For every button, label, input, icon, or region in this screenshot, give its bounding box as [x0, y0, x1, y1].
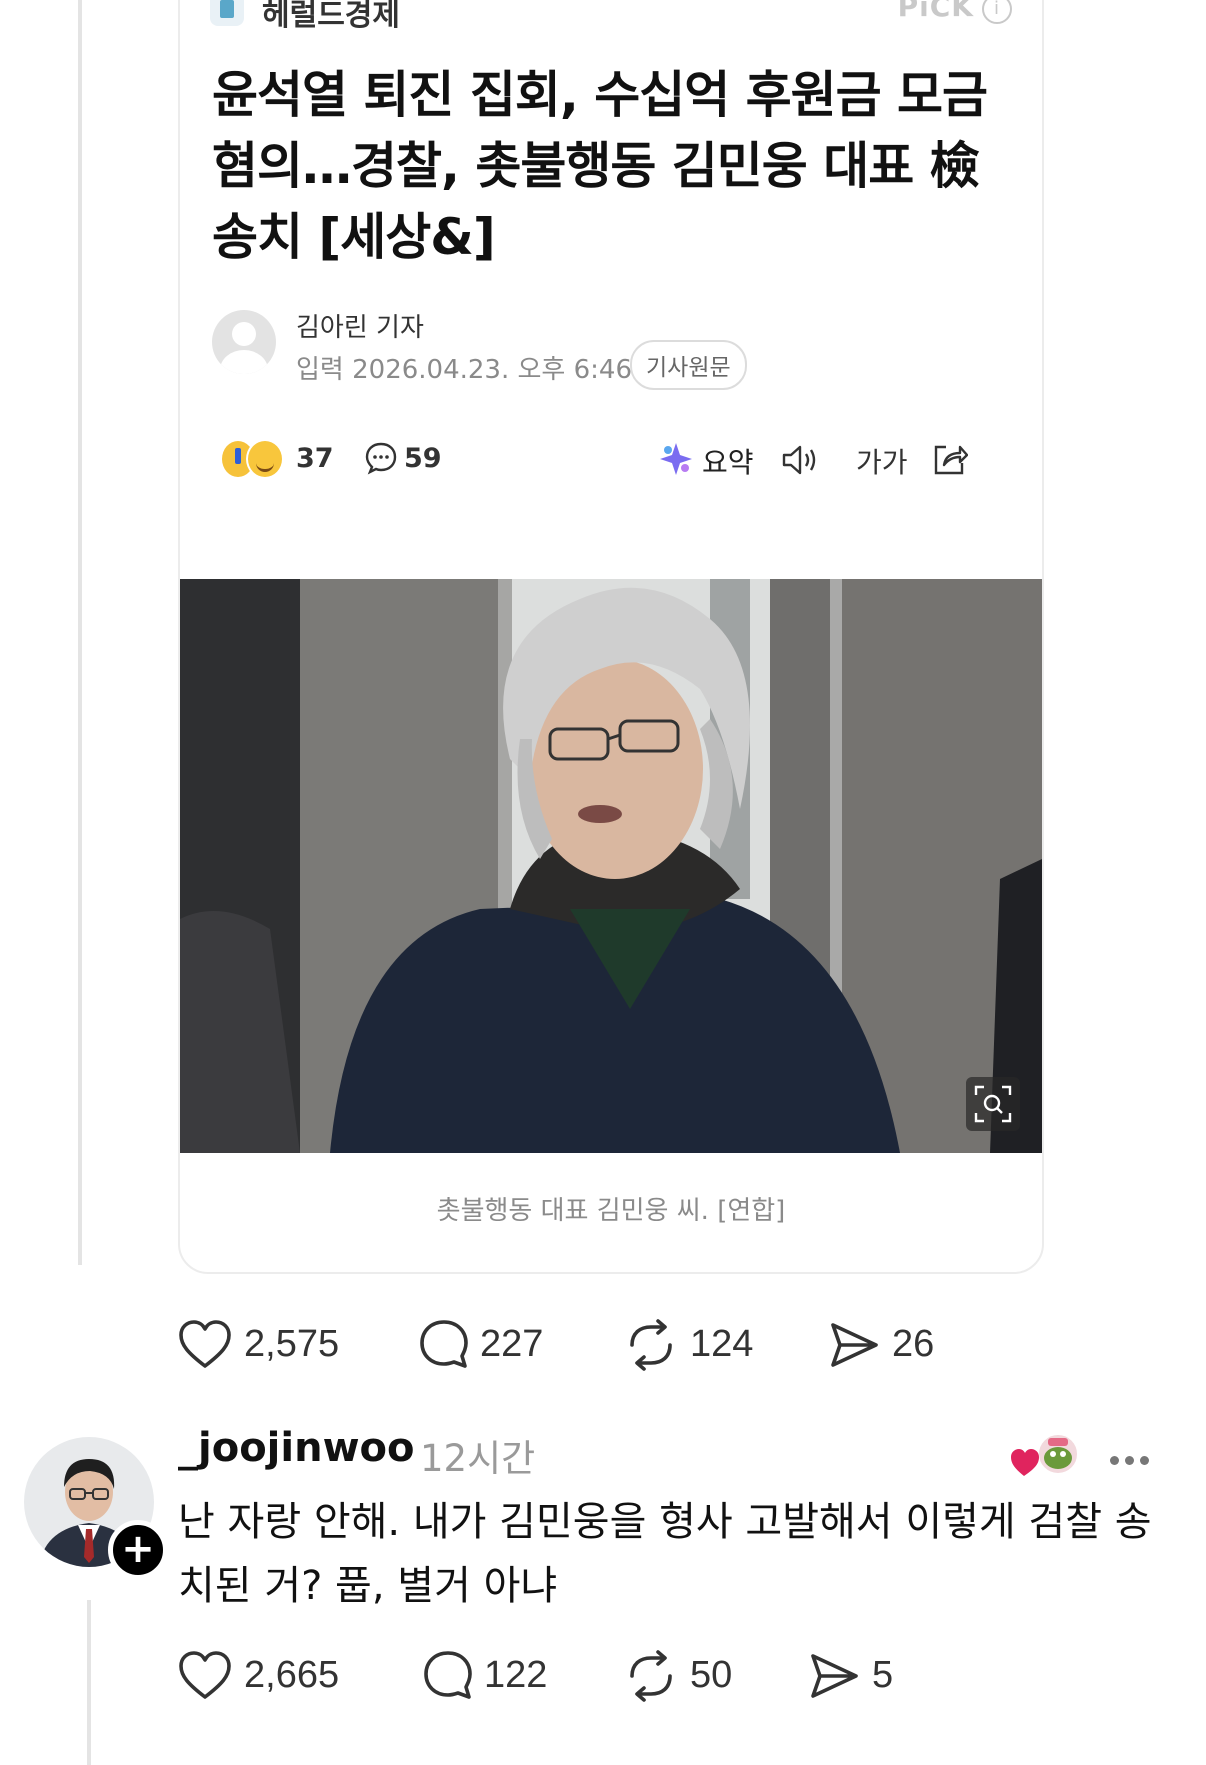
reply-reply-button[interactable]: 122	[422, 1646, 562, 1706]
news-article-card[interactable]: 헤럴드경제 PiCK i 윤석열 퇴진 집회, 수십억 후원금 모금 혐의…경찰,…	[178, 0, 1044, 1274]
share-count: 26	[892, 1323, 935, 1365]
reply-bubble-icon	[420, 1320, 468, 1368]
summary-label[interactable]: 요약	[702, 441, 754, 481]
repost-icon	[630, 1319, 672, 1371]
reply-engagement-bar: 2,665 122 50 5	[178, 1646, 1078, 1706]
reply-text: 난 자랑 안해. 내가 김민웅을 형사 고발해서 이렇게 검찰 송치된 거? 풉…	[178, 1499, 1152, 1609]
reply-repost-count: 50	[690, 1654, 733, 1696]
heart-icon	[179, 1651, 231, 1699]
article-headline: 윤석열 퇴진 집회, 수십억 후원금 모금 혐의…경찰, 촛불행동 김민웅 대표…	[212, 66, 988, 266]
zoom-icon	[974, 1085, 1012, 1123]
reply-username[interactable]: _joojinwoo	[178, 1425, 414, 1471]
post-engagement-bar: 2,575 227 124 26	[178, 1315, 1078, 1375]
reply-repost-button[interactable]: 50	[624, 1646, 754, 1706]
info-icon[interactable]: i	[982, 0, 1012, 24]
press-logo-icon	[210, 0, 244, 26]
reply-share-count: 5	[872, 1654, 894, 1696]
photo-illustration	[180, 579, 1042, 1153]
reporter-name[interactable]: 김아린 기자	[296, 307, 424, 344]
thread-line-bottom	[87, 1600, 91, 1765]
liked-by-author-badge	[1010, 1430, 1080, 1482]
send-icon	[811, 1654, 858, 1698]
reaction-count: 37	[296, 443, 334, 474]
comment-bubble-icon[interactable]	[364, 441, 398, 475]
reply-share-button[interactable]: 5	[808, 1646, 918, 1706]
reply-button[interactable]: 227	[418, 1315, 558, 1375]
reply-reply-count: 122	[484, 1654, 548, 1696]
press-name[interactable]: 헤럴드경제	[262, 0, 400, 34]
reply-like-count: 2,665	[244, 1654, 340, 1696]
share-icon[interactable]	[932, 441, 968, 477]
send-icon	[831, 1323, 878, 1367]
thread-line-top	[78, 0, 82, 1265]
heart-icon	[179, 1320, 231, 1368]
photo-caption: 촛불행동 대표 김민웅 씨. [연합]	[436, 1196, 786, 1226]
comment-count: 59	[404, 443, 442, 474]
reaction-emoji-icon[interactable]	[222, 437, 286, 481]
repost-button[interactable]: 124	[624, 1315, 764, 1375]
article-action-bar: 37 59 요약 가가	[212, 437, 1012, 487]
press-header: 헤럴드경제 PiCK i	[210, 0, 1012, 34]
more-options-icon[interactable]	[1110, 1450, 1155, 1469]
reply-bubble-icon	[424, 1651, 472, 1699]
font-size-button[interactable]: 가가	[856, 441, 908, 481]
heart-frog-icon	[1011, 1433, 1079, 1476]
repost-icon	[630, 1650, 672, 1702]
reply-like-button[interactable]: 2,665	[178, 1646, 348, 1706]
published-date: 입력 2026.04.23. 오후 6:46	[296, 355, 632, 385]
speaker-icon[interactable]	[780, 443, 820, 477]
reply-count: 227	[480, 1323, 544, 1365]
pick-badge[interactable]: PiCK i	[898, 0, 1012, 24]
reply-timestamp: 12시간	[420, 1437, 536, 1480]
like-button[interactable]: 2,575	[178, 1315, 348, 1375]
original-article-button[interactable]: 기사원문	[630, 340, 747, 390]
share-button[interactable]: 26	[828, 1315, 958, 1375]
article-photo[interactable]	[180, 579, 1042, 1153]
ai-summary-icon[interactable]	[658, 441, 694, 477]
follow-button[interactable]: +	[108, 1520, 168, 1580]
pick-label: PiCK	[897, 0, 974, 23]
zoom-image-button[interactable]	[966, 1077, 1020, 1131]
like-count: 2,575	[244, 1323, 340, 1365]
reporter-avatar	[212, 310, 276, 374]
repost-count: 124	[690, 1323, 754, 1365]
